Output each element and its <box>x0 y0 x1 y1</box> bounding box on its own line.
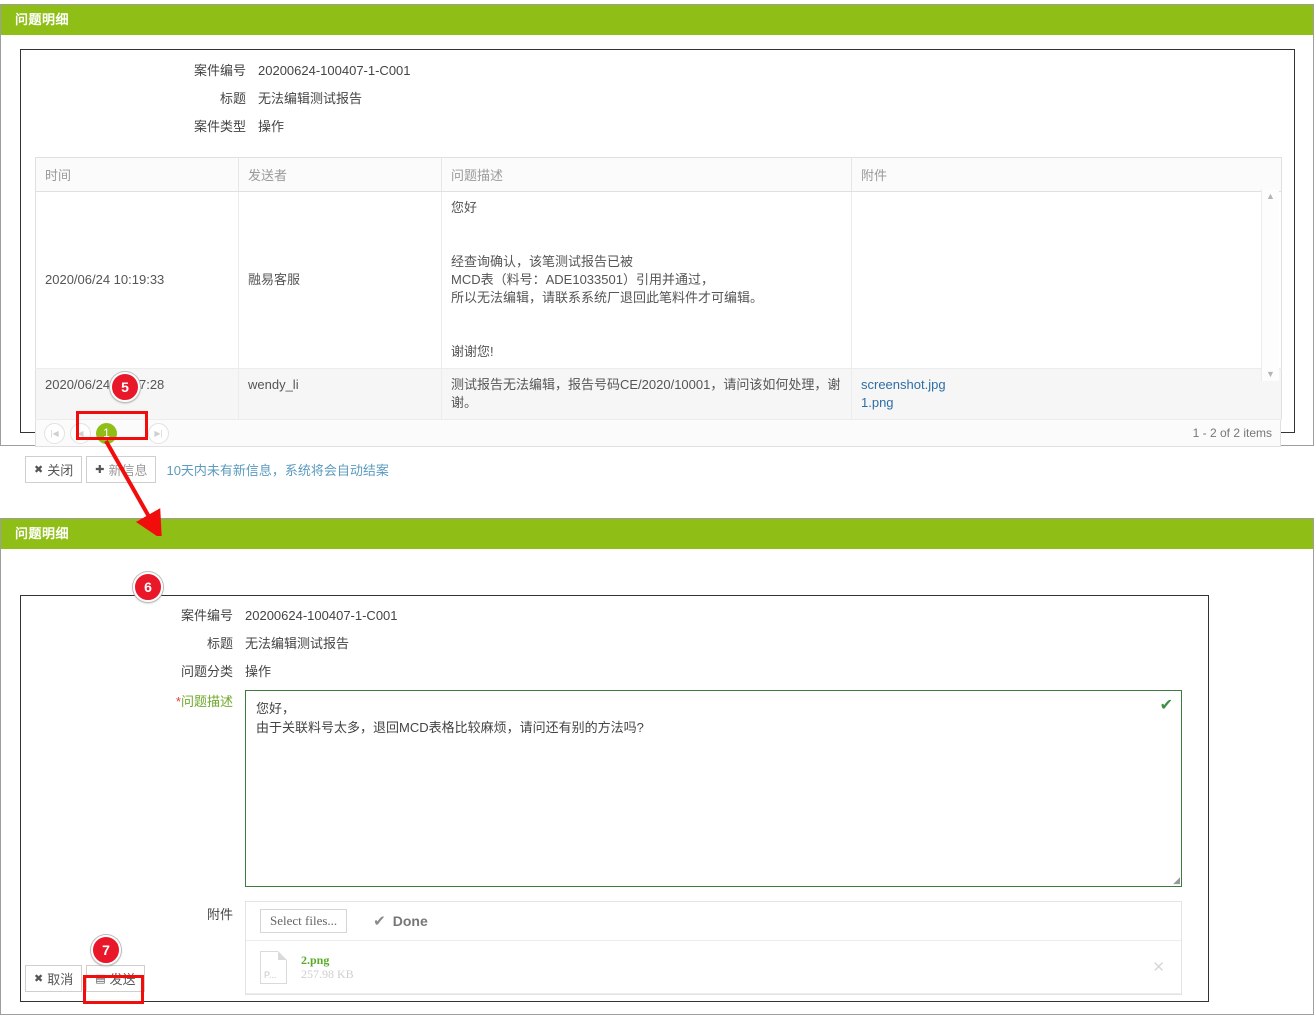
file-meta: 2.png 257.98 KB <box>301 953 354 981</box>
col-sender[interactable]: 发送者 <box>238 157 442 192</box>
cancel-button[interactable]: ✖ 取消 <box>25 965 83 992</box>
file-size: 257.98 KB <box>301 967 354 981</box>
cell-description: 您好 经查询确认，该笔测试报告已被 MCD表（料号：ADE1033501）引用并… <box>441 191 852 369</box>
file-icon: P... <box>260 950 287 984</box>
field-attachment: 附件 Select files... ✔ Done P... 2.png 257… <box>21 901 1208 995</box>
messages-grid-wrap: 时间 发送者 问题描述 附件 2020/06/24 10:19:33 融易客服 … <box>35 157 1282 447</box>
top-panel-title: 问题明细 <box>15 12 70 27</box>
cell-attachment: screenshot.jpg 1.png <box>851 368 1282 420</box>
check-icon: ✔ <box>373 913 386 930</box>
field-issue-description-label: *问题描述 <box>21 690 245 712</box>
messages-grid: 时间 发送者 问题描述 附件 2020/06/24 10:19:33 融易客服 … <box>35 157 1282 420</box>
annotation-marker-6: 6 <box>133 572 163 602</box>
top-panel-header: 问题明细 <box>1 5 1313 35</box>
close-icon: ✖ <box>34 464 44 476</box>
field-case-type-label: 案件类型 <box>193 119 246 134</box>
field-case-type-value: 操作 <box>258 119 285 134</box>
field-case-number-value: 20200624-100407-1-C001 <box>258 63 411 78</box>
field-case-type: 案件类型 操作 <box>21 117 1294 137</box>
upload-toolbar: Select files... ✔ Done <box>246 902 1181 941</box>
file-icon-label: P... <box>264 969 277 980</box>
messages-grid-header-row: 时间 发送者 问题描述 附件 <box>35 157 1282 192</box>
field-case-number: 案件编号 20200624-100407-1-C001 <box>21 606 1208 626</box>
auto-close-hint: 10天内未有新信息，系统将会自动结案 <box>166 463 389 478</box>
cell-sender: wendy_li <box>238 368 442 420</box>
top-panel: 问题明细 案件编号 20200624-100407-1-C001 标题 无法编辑… <box>0 4 1314 483</box>
bottom-panel-title: 问题明细 <box>15 526 70 541</box>
annotation-marker-7: 7 <box>91 935 121 965</box>
col-time[interactable]: 时间 <box>35 157 239 192</box>
field-case-number-value: 20200624-100407-1-C001 <box>245 608 398 623</box>
valid-check-icon: ✔ <box>1159 697 1173 714</box>
bottom-inner-box: 案件编号 20200624-100407-1-C001 标题 无法编辑测试报告 … <box>20 595 1209 1002</box>
scroll-down-icon[interactable]: ▼ <box>1262 367 1279 381</box>
top-toolbar: ✖ 关闭 ✚ 新信息 10天内未有新信息，系统将会自动结案 <box>21 451 1294 488</box>
close-button-label: 关闭 <box>47 463 74 478</box>
top-field-list: 案件编号 20200624-100407-1-C001 标题 无法编辑测试报告 … <box>21 50 1294 151</box>
field-title-label: 标题 <box>219 91 246 106</box>
pager-info: 1 - 2 of 2 items <box>1192 426 1272 440</box>
attachment-link[interactable]: 1.png <box>861 395 894 410</box>
top-panel-body: 案件编号 20200624-100407-1-C001 标题 无法编辑测试报告 … <box>1 35 1313 483</box>
table-row[interactable]: 2020/06/24 10:19:33 融易客服 您好 经查询确认，该笔测试报告… <box>35 191 1282 369</box>
file-name[interactable]: 2.png <box>301 953 329 967</box>
field-case-number: 案件编号 20200624-100407-1-C001 <box>21 61 1294 81</box>
field-title-value: 无法编辑测试报告 <box>245 636 350 651</box>
attachment-link[interactable]: screenshot.jpg <box>861 377 946 392</box>
remove-file-icon[interactable]: ✕ <box>1152 958 1165 976</box>
cancel-button-label: 取消 <box>47 972 74 987</box>
upload-widget: Select files... ✔ Done P... 2.png 257.98… <box>245 901 1182 995</box>
highlight-send-button <box>83 975 144 1004</box>
bottom-panel-body: 案件编号 20200624-100407-1-C001 标题 无法编辑测试报告 … <box>1 549 1313 1014</box>
close-button[interactable]: ✖ 关闭 <box>25 456 83 483</box>
select-files-button[interactable]: Select files... <box>260 909 348 933</box>
field-case-number-label: 案件编号 <box>193 63 246 78</box>
bottom-panel-header: 问题明细 <box>1 519 1313 549</box>
annotation-marker-5: 5 <box>110 372 140 402</box>
annotation-arrow <box>104 440 162 536</box>
cell-description: 测试报告无法编辑，报告号码CE/2020/10001，请问该如何处理，谢谢。 <box>441 368 852 420</box>
field-title-label: 标题 <box>206 636 233 651</box>
cell-sender: 融易客服 <box>238 191 442 369</box>
grid-vertical-scrollbar[interactable]: ▲ ▼ <box>1261 189 1279 381</box>
field-title: 标题 无法编辑测试报告 <box>21 89 1294 109</box>
field-case-number-label: 案件编号 <box>180 608 233 623</box>
cell-attachment <box>851 191 1282 369</box>
scroll-up-icon[interactable]: ▲ <box>1262 189 1279 203</box>
field-issue-description: *问题描述 您好， 由于关联料号太多，退回MCD表格比较麻烦，请问还有别的方法吗… <box>21 690 1208 887</box>
textarea-resize-handle[interactable]: ◢ <box>1173 875 1180 886</box>
col-description[interactable]: 问题描述 <box>441 157 852 192</box>
uploaded-file-row: P... 2.png 257.98 KB ✕ <box>246 941 1181 994</box>
upload-status-label: Done <box>392 913 428 929</box>
field-title-value: 无法编辑测试报告 <box>258 91 363 106</box>
field-issue-category: 问题分类 操作 <box>21 662 1208 682</box>
first-page-icon[interactable]: |◀ <box>44 422 65 444</box>
table-row[interactable]: 2020/06/24 10:07:28 wendy_li 测试报告无法编辑，报告… <box>35 368 1282 420</box>
top-inner-box: 案件编号 20200624-100407-1-C001 标题 无法编辑测试报告 … <box>20 49 1295 483</box>
field-attachment-label: 附件 <box>206 907 233 922</box>
field-title: 标题 无法编辑测试报告 <box>21 634 1208 654</box>
issue-description-textarea[interactable]: 您好， 由于关联料号太多，退回MCD表格比较麻烦，请问还有别的方法吗? <box>245 690 1182 887</box>
col-attachment[interactable]: 附件 <box>851 157 1282 192</box>
cell-time: 2020/06/24 10:19:33 <box>35 191 239 369</box>
field-issue-category-value: 操作 <box>245 664 272 679</box>
bottom-field-list: 案件编号 20200624-100407-1-C001 标题 无法编辑测试报告 … <box>21 596 1208 995</box>
field-issue-category-label: 问题分类 <box>180 664 233 679</box>
bottom-panel: 问题明细 案件编号 20200624-100407-1-C001 标题 无法编辑… <box>0 518 1314 1015</box>
issue-description-label-text: 问题描述 <box>180 694 233 709</box>
close-icon: ✖ <box>34 973 44 985</box>
upload-status: ✔ Done <box>373 912 428 930</box>
grid-pager: |◀ ◀ 1 ▶| 1 - 2 of 2 items <box>35 420 1281 447</box>
